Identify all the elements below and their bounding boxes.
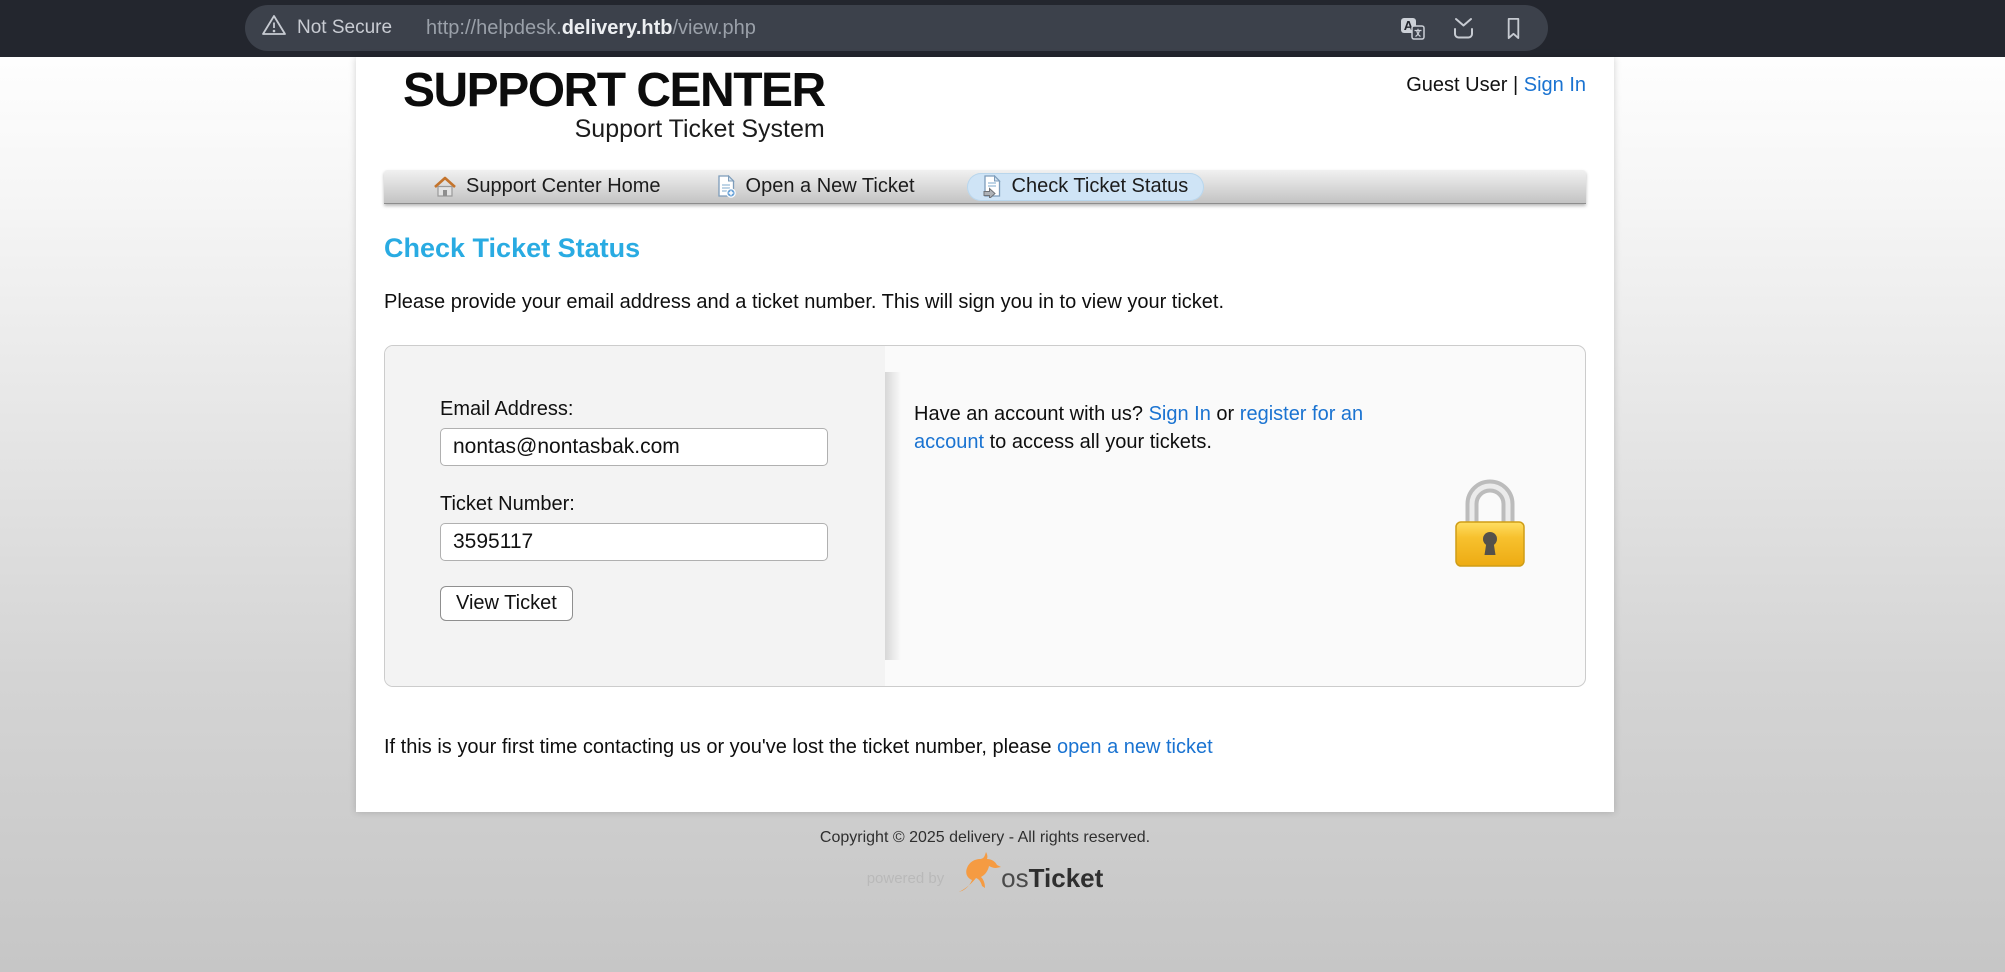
warning-icon [261, 12, 287, 44]
account-prompt-or: or [1216, 403, 1234, 425]
ticket-status-box: Email Address: Ticket Number: View Ticke… [384, 345, 1586, 687]
tab-label: Support Center Home [466, 175, 661, 198]
open-new-ticket-link[interactable]: open a new ticket [1057, 736, 1213, 758]
copyright-text: Copyright © 2025 delivery - All rights r… [356, 829, 1614, 847]
content-area: SUPPORT CENTER Support Ticket System Gue… [356, 57, 1614, 812]
email-label: Email Address: [440, 398, 885, 421]
tab-open-new-ticket[interactable]: Open a New Ticket [713, 173, 919, 201]
powered-by-label: powered by [867, 870, 945, 887]
logo-title: SUPPORT CENTER [403, 65, 825, 118]
check-status-icon [983, 175, 1002, 198]
ticket-number-label: Ticket Number: [440, 493, 885, 516]
sign-in-link[interactable]: Sign In [1524, 74, 1586, 96]
tab-check-ticket-status[interactable]: Check Ticket Status [967, 173, 1205, 201]
note-text: If this is your first time contacting us… [384, 736, 1051, 758]
bookmark-icon[interactable] [1501, 16, 1526, 41]
save-page-icon[interactable] [1450, 15, 1477, 42]
first-time-note: If this is your first time contacting us… [384, 736, 1213, 759]
nav-bar: Support Center Home Open a New Ticket [384, 170, 1586, 204]
user-status-bar: Guest User | Sign In [1406, 74, 1586, 97]
email-field[interactable] [440, 428, 828, 466]
ticket-lookup-form: Email Address: Ticket Number: View Ticke… [385, 346, 885, 686]
account-prompt: Have an account with us? Sign In or regi… [914, 400, 1392, 456]
screen: Not Secure http://helpdesk.delivery.htb/… [0, 0, 2005, 972]
view-ticket-button[interactable]: View Ticket [440, 586, 573, 621]
tab-support-center-home[interactable]: Support Center Home [430, 173, 665, 201]
powered-by: powered by osTicket [356, 851, 1614, 900]
address-bar[interactable]: Not Secure http://helpdesk.delivery.htb/… [245, 5, 1548, 51]
site-logo: SUPPORT CENTER Support Ticket System [403, 65, 825, 144]
intro-text: Please provide your email address and a … [384, 291, 1224, 314]
guest-user-label: Guest User [1406, 74, 1507, 96]
ticket-number-field[interactable] [440, 523, 828, 561]
padlock-icon [1450, 476, 1530, 575]
browser-chrome: Not Secure http://helpdesk.delivery.htb/… [0, 0, 2005, 57]
separator: | [1513, 74, 1518, 96]
security-label: Not Secure [297, 17, 392, 39]
osticket-logo[interactable]: osTicket [1001, 863, 1103, 893]
account-sign-in-link[interactable]: Sign In [1149, 403, 1211, 425]
logo-subtitle: Support Ticket System [403, 115, 825, 144]
address-bar-actions: A [1399, 15, 1534, 42]
home-icon [434, 176, 456, 198]
account-prompt-tail: to access all your tickets. [990, 431, 1212, 453]
new-ticket-icon [717, 175, 736, 198]
account-prompt-text: Have an account with us? [914, 403, 1143, 425]
translate-icon[interactable]: A [1399, 15, 1426, 42]
tab-label: Check Ticket Status [1012, 175, 1189, 198]
url-text[interactable]: http://helpdesk.delivery.htb/view.php [426, 17, 756, 40]
security-chip[interactable]: Not Secure [261, 12, 392, 44]
page-title: Check Ticket Status [384, 233, 640, 264]
osticket-kangaroo-icon [957, 851, 1005, 900]
tab-label: Open a New Ticket [746, 175, 915, 198]
